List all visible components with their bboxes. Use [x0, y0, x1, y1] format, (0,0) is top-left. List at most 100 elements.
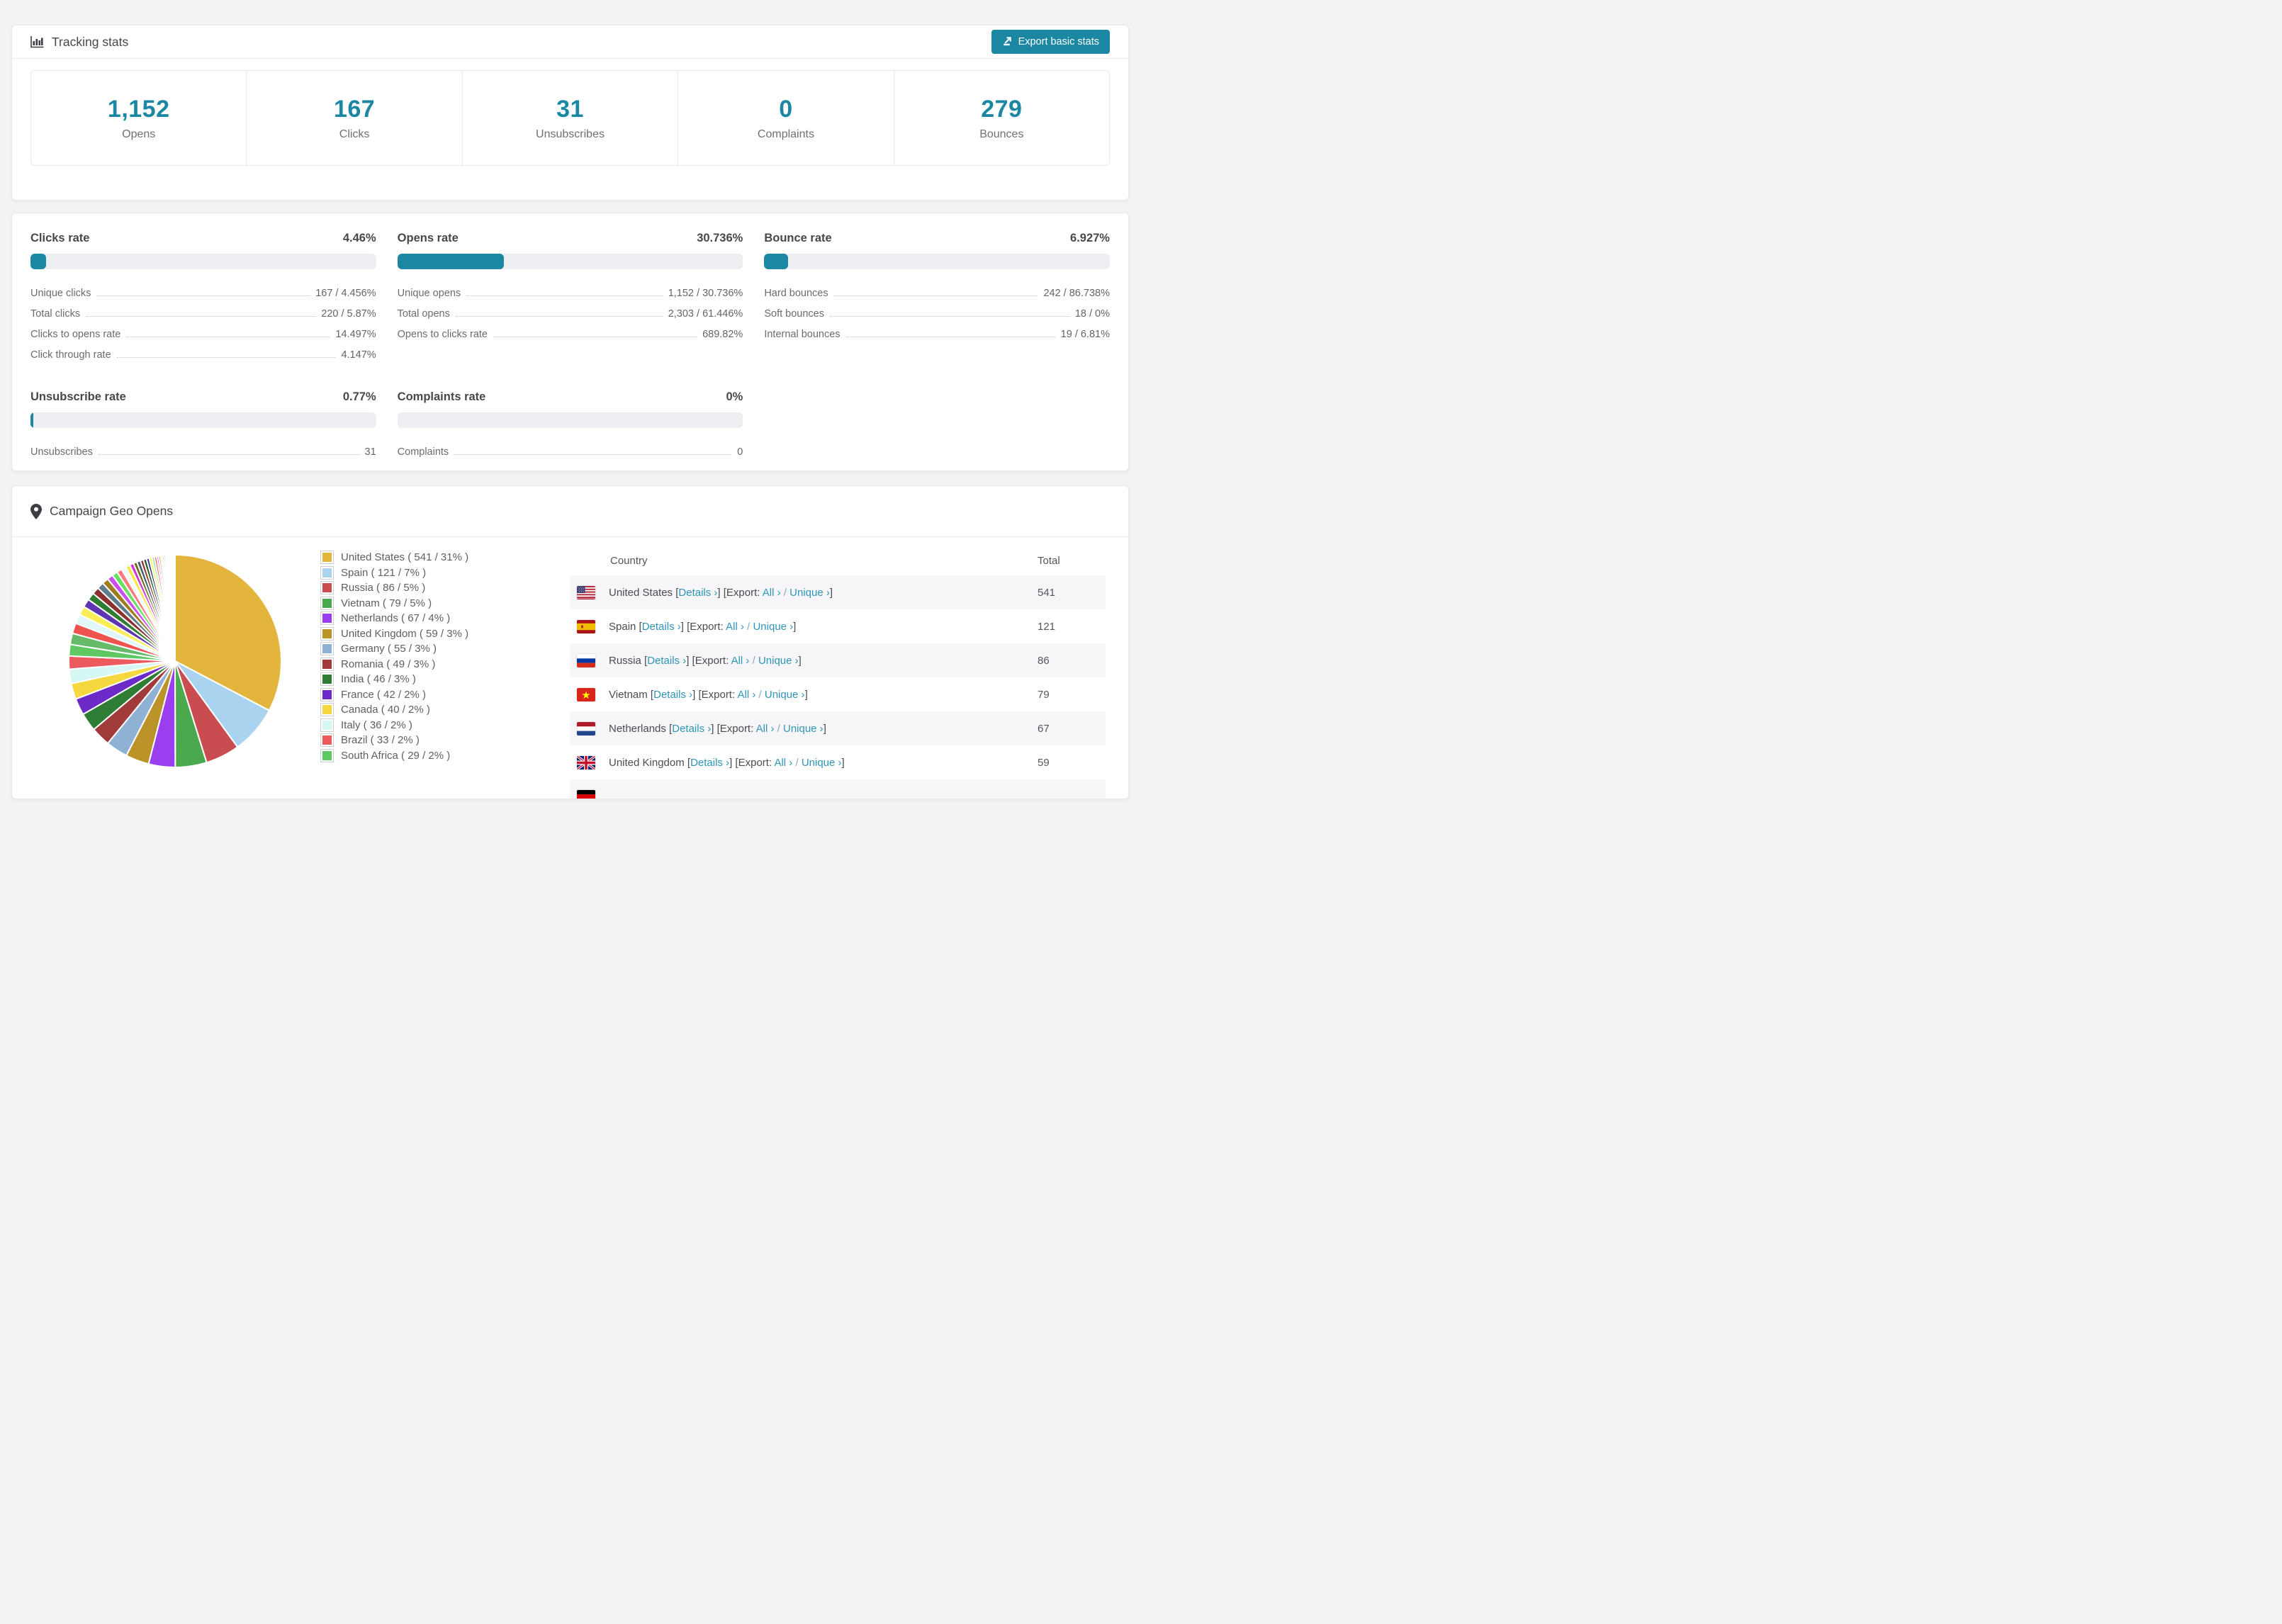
rate-row-label: Complaints [397, 446, 449, 458]
legend-label: United Kingdom ( 59 / 3% ) [341, 627, 469, 640]
rate-detail-row: Unique clicks 167 / 4.456% [30, 278, 376, 299]
table-row: United States [Details ›] [Export: All ›… [570, 575, 1106, 609]
export-unique-link[interactable]: Unique › [758, 655, 799, 667]
details-link[interactable]: Details › [647, 655, 686, 667]
rate-detail-row: Total opens 2,303 / 61.446% [398, 299, 743, 320]
opens-label: Opens [122, 128, 156, 140]
rate-row-label: Hard bounces [764, 288, 828, 299]
rate-row-label: Unique clicks [30, 288, 91, 299]
country-column-header: Country [610, 554, 648, 567]
details-link[interactable]: Details › [653, 689, 692, 701]
country-name: Russia [609, 654, 641, 667]
rate-detail-row: Click through rate 4.147% [30, 340, 376, 361]
dotted-leader [829, 316, 1069, 317]
unsubscribe-rate-progressbar [30, 412, 376, 428]
export-all-link[interactable]: All › [774, 757, 792, 769]
bounces-label: Bounces [979, 128, 1024, 140]
export-icon [1002, 35, 1013, 49]
legend-item: United Kingdom ( 59 / 3% ) [320, 626, 570, 642]
rate-detail-row: Internal bounces 19 / 6.81% [764, 320, 1110, 340]
stat-box-clicks: 167 Clicks [246, 71, 461, 165]
legend-color-swatch [320, 626, 334, 641]
legend-color-swatch [320, 748, 334, 762]
legend-label: Netherlands ( 67 / 4% ) [341, 612, 451, 625]
opens-rate-value: 30.736% [697, 232, 743, 244]
legend-color-swatch [320, 581, 334, 595]
legend-label: Germany ( 55 / 3% ) [341, 643, 437, 655]
total-cell: 541 [1038, 586, 1056, 599]
legend-color-swatch [320, 642, 334, 656]
legend-item: South Africa ( 29 / 2% ) [320, 748, 570, 764]
rate-detail-row: Complaints 0 [398, 437, 743, 458]
export-basic-stats-button[interactable]: Export basic stats [991, 30, 1110, 54]
details-link[interactable]: Details › [690, 757, 729, 769]
export-unique-link[interactable]: Unique › [753, 621, 793, 633]
export-all-link[interactable]: All › [726, 621, 744, 633]
clicks-rate-title: Clicks rate [30, 232, 90, 244]
clicks-rate-progressbar [30, 254, 376, 269]
total-column-header: Total [1038, 554, 1060, 567]
dotted-leader [98, 454, 359, 455]
details-link[interactable]: Details › [672, 723, 711, 735]
geo-table-header: Country Total [570, 546, 1106, 575]
country-name: United Kingdom [609, 756, 685, 769]
country-name: United States [609, 586, 673, 599]
geo-opens-title: Campaign Geo Opens [50, 504, 174, 518]
legend-item: Netherlands ( 67 / 4% ) [320, 611, 570, 626]
country-cell: Netherlands [Details ›] [Export: All › /… [609, 722, 826, 735]
rate-row-value: 0 [737, 446, 743, 458]
legend-label: India ( 46 / 3% ) [341, 673, 416, 686]
legend-color-swatch [320, 551, 334, 565]
rate-row-label: Soft bounces [764, 308, 824, 320]
rate-row-value: 220 / 5.87% [321, 308, 376, 320]
rate-detail-row: Soft bounces 18 / 0% [764, 299, 1110, 320]
legend-item: Canada ( 40 / 2% ) [320, 702, 570, 718]
export-unique-link[interactable]: Unique › [783, 723, 824, 735]
details-link[interactable]: Details › [642, 621, 681, 633]
legend-item: Germany ( 55 / 3% ) [320, 641, 570, 657]
legend-item: Spain ( 121 / 7% ) [320, 565, 570, 581]
rate-row-value: 1,152 / 30.736% [668, 288, 743, 299]
rate-row-label: Click through rate [30, 349, 111, 361]
geo-table: Country Total United States [Details ›] … [570, 546, 1106, 799]
legend-label: United States ( 541 / 31% ) [341, 551, 469, 564]
opens-rate-progressbar [397, 254, 743, 269]
rate-row-label: Unsubscribes [30, 446, 93, 458]
export-all-link[interactable]: All › [756, 723, 775, 735]
country-cell: Russia [Details ›] [Export: All › / Uniq… [609, 654, 802, 667]
country-cell: United Kingdom [Details ›] [Export: All … [609, 756, 845, 769]
legend-color-swatch [320, 611, 334, 626]
rate-row-value: 18 / 0% [1074, 308, 1110, 320]
rate-row-label: Unique opens [397, 288, 461, 299]
legend-label: Vietnam ( 79 / 5% ) [341, 597, 432, 609]
total-cell: 59 [1038, 756, 1050, 769]
dotted-leader [96, 295, 310, 296]
table-row: Spain [Details ›] [Export: All › / Uniqu… [570, 609, 1106, 643]
export-all-link[interactable]: All › [763, 587, 781, 599]
export-unique-link[interactable]: Unique › [789, 587, 830, 599]
details-link[interactable]: Details › [678, 587, 717, 599]
us-flag-icon [577, 585, 595, 599]
legend-label: South Africa ( 29 / 2% ) [341, 749, 451, 762]
bounce-rate-value: 6.927% [1070, 232, 1110, 244]
legend-color-swatch [320, 733, 334, 748]
es-flag-icon [577, 619, 595, 633]
rate-row-label: Opens to clicks rate [397, 329, 488, 340]
geo-pie-legend: United States ( 541 / 31% ) Spain ( 121 /… [320, 546, 570, 763]
complaints-rate-panel: Complaints rate 0% Complaints 0 [397, 390, 743, 458]
rate-row-label: Total clicks [30, 308, 81, 320]
legend-color-swatch [320, 657, 334, 671]
rate-detail-row: Clicks to opens rate 14.497% [30, 320, 376, 340]
rate-row-label: Total opens [397, 308, 450, 320]
export-unique-link[interactable]: Unique › [765, 689, 805, 701]
table-row: Russia [Details ›] [Export: All › / Uniq… [570, 643, 1106, 677]
legend-item: Vietnam ( 79 / 5% ) [320, 596, 570, 611]
complaints-label: Complaints [757, 128, 814, 140]
export-unique-link[interactable]: Unique › [802, 757, 842, 769]
export-all-link[interactable]: All › [738, 689, 756, 701]
total-cell: 86 [1038, 654, 1050, 667]
rate-row-value: 2,303 / 61.446% [668, 308, 743, 320]
geo-opens-title-wrap: Campaign Geo Opens [30, 503, 174, 519]
country-cell: United States [Details ›] [Export: All ›… [609, 586, 833, 599]
export-all-link[interactable]: All › [731, 655, 750, 667]
